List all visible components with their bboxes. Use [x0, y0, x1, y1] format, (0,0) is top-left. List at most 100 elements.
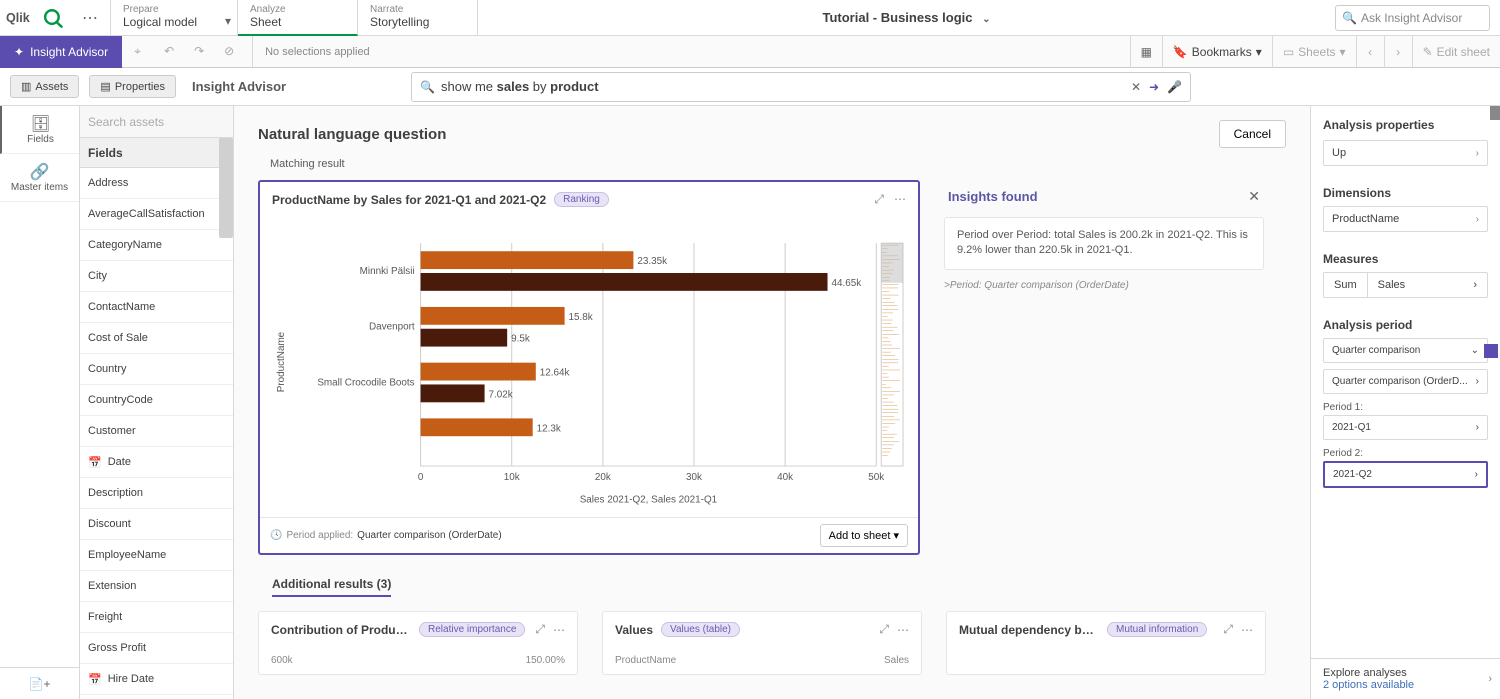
field-row[interactable]: 📅Hire Date: [80, 664, 233, 695]
bar2-right: ▦ 🔖 Bookmarks ▾ ▭ Sheets ▾ ‹ › ✎ Edit sh…: [1130, 36, 1500, 68]
chart-body: ProductName Minnki Pälsii23.35k44.65kDav…: [260, 217, 918, 517]
global-search[interactable]: 🔍 Ask Insight Advisor: [1335, 5, 1490, 31]
qlik-logo[interactable]: Qlik: [0, 0, 70, 36]
more-icon[interactable]: ⋯: [1241, 623, 1253, 637]
field-row[interactable]: CountryCode: [80, 385, 233, 416]
prev-sheet-button[interactable]: ‹: [1356, 36, 1384, 68]
additional-results-row: Contribution of Product... Relative impo…: [258, 611, 1286, 675]
more-icon[interactable]: ⋯: [897, 623, 909, 637]
addl-left: 600k: [271, 655, 293, 666]
field-row[interactable]: Gross Profit: [80, 633, 233, 664]
field-row[interactable]: Discount: [80, 509, 233, 540]
rail-fields-label: Fields: [27, 134, 54, 145]
field-name: Address: [88, 177, 128, 189]
topbar: Qlik ⋯ Prepare Logical model ▾ Analyze S…: [0, 0, 1500, 36]
field-row[interactable]: Country: [80, 354, 233, 385]
properties-tab[interactable]: ▤ Properties: [89, 75, 176, 98]
assets-tab[interactable]: ▥ Assets: [10, 75, 79, 98]
scrollbar-thumb[interactable]: [1490, 106, 1500, 120]
field-row[interactable]: EmployeeName: [80, 540, 233, 571]
rp-dimension-value[interactable]: ProductName ›: [1323, 206, 1488, 232]
ia-title: Insight Advisor: [176, 79, 302, 94]
more-icon[interactable]: ⋯: [894, 192, 906, 207]
field-row[interactable]: 📅Date: [80, 447, 233, 478]
clear-icon[interactable]: ✕: [1131, 80, 1141, 94]
nav-lab: Sheet: [250, 15, 345, 29]
field-row[interactable]: Description: [80, 478, 233, 509]
checkbox-icon[interactable]: [1484, 344, 1498, 358]
rp-dim-text: ProductName: [1332, 213, 1399, 225]
rp-period-detail[interactable]: Quarter comparison (OrderD... ›: [1323, 369, 1488, 394]
rp-period-type[interactable]: Quarter comparison ⌄: [1323, 338, 1488, 363]
clear-selections-icon[interactable]: ⊘: [224, 44, 240, 60]
nav-tab-narrate[interactable]: Narrate Storytelling: [358, 0, 478, 36]
svg-text:Sales 2021-Q2, Sales 2021-Q1: Sales 2021-Q2, Sales 2021-Q1: [580, 495, 718, 506]
additional-card: Values Values (table) ⤢ ⋯ ProductNameSal…: [602, 611, 922, 675]
insight-advisor-button[interactable]: ✦ Insight Advisor: [0, 36, 122, 68]
svg-text:20k: 20k: [595, 472, 611, 483]
field-name: EmployeeName: [88, 549, 166, 561]
asset-rail: 🗄 Fields 🔗 Master items 📄+: [0, 106, 80, 699]
field-row[interactable]: City: [80, 261, 233, 292]
fullscreen-icon[interactable]: ⤢: [1223, 622, 1233, 637]
edit-sheet-button[interactable]: ✎ Edit sheet: [1412, 36, 1500, 68]
step-back-icon[interactable]: ↶: [164, 44, 180, 60]
nav-lab: Logical model: [123, 15, 225, 29]
field-row[interactable]: Customer: [80, 416, 233, 447]
notes-button[interactable]: 📄+: [0, 667, 79, 699]
rp-measure-value[interactable]: Sum Sales›: [1323, 272, 1488, 298]
smart-search-icon[interactable]: ⌖: [134, 44, 150, 60]
fields-search-placeholder: Search assets: [88, 115, 164, 129]
chevron-down-icon: ⌄: [1471, 345, 1479, 356]
microphone-icon[interactable]: 🎤: [1167, 80, 1182, 94]
rail-fields[interactable]: 🗄 Fields: [0, 106, 79, 154]
close-icon[interactable]: ✕: [1248, 188, 1260, 205]
svg-text:0: 0: [418, 472, 424, 483]
cancel-button[interactable]: Cancel: [1219, 120, 1286, 148]
field-row[interactable]: Address: [80, 168, 233, 199]
field-row[interactable]: ContactName: [80, 292, 233, 323]
field-row[interactable]: Freight: [80, 602, 233, 633]
rp-explore-link[interactable]: 2 options available: [1323, 679, 1488, 691]
nav-tab-prepare[interactable]: Prepare Logical model ▾: [110, 0, 238, 36]
rail-master-label: Master items: [11, 182, 68, 193]
rail-master-items[interactable]: 🔗 Master items: [0, 154, 79, 202]
app-title[interactable]: Tutorial - Business logic ⌄: [478, 10, 1335, 25]
field-row[interactable]: Extension: [80, 571, 233, 602]
sheets-dropdown[interactable]: ▭ Sheets ▾: [1272, 36, 1356, 68]
bookmark-icon: 🔖: [1173, 45, 1188, 59]
fields-search-input[interactable]: Search assets: [80, 106, 233, 138]
scrollbar-thumb[interactable]: [219, 138, 233, 238]
field-row[interactable]: CategoryName: [80, 230, 233, 261]
selections-tool-icon[interactable]: ▦: [1130, 36, 1162, 68]
sparkle-icon: ✦: [14, 45, 24, 59]
next-sheet-button[interactable]: ›: [1384, 36, 1412, 68]
fullscreen-icon[interactable]: ⤢: [879, 622, 889, 637]
svg-text:Minnki Pälsii: Minnki Pälsii: [360, 266, 415, 277]
nlq-search-input[interactable]: 🔍 show me sales by product ✕ ➜ 🎤: [411, 72, 1191, 102]
chevron-right-icon: ›: [1476, 214, 1479, 225]
additional-card: Mutual dependency bet... Mutual informat…: [946, 611, 1266, 675]
submit-icon[interactable]: ➜: [1149, 80, 1159, 94]
step-forward-icon[interactable]: ↷: [194, 44, 210, 60]
fields-list[interactable]: Address AverageCallSatisfactionCategoryNa…: [80, 168, 233, 699]
nav-sup: Narrate: [370, 4, 465, 15]
rp-period2-value[interactable]: 2021-Q2 ›: [1323, 461, 1488, 488]
rp-period1-value[interactable]: 2021-Q1 ›: [1323, 415, 1488, 440]
chart-card: ProductName by Sales for 2021-Q1 and 202…: [258, 180, 920, 555]
field-row[interactable]: AverageCallSatisfaction: [80, 199, 233, 230]
add-to-sheet-button[interactable]: Add to sheet ▾: [820, 524, 908, 547]
more-icon[interactable]: ⋯: [70, 8, 110, 28]
rp-dimensions-header: Dimensions: [1311, 174, 1500, 206]
field-row[interactable]: Cost of Sale: [80, 323, 233, 354]
fullscreen-icon[interactable]: ⤢: [535, 622, 545, 637]
rp-analysis-period-header: Analysis period: [1311, 306, 1500, 338]
nav-tab-analyze[interactable]: Analyze Sheet: [238, 0, 358, 36]
fullscreen-icon[interactable]: ⤢: [874, 192, 884, 207]
clock-icon: 🕓: [270, 530, 282, 541]
addl-right: 150.00%: [526, 655, 565, 666]
bookmarks-dropdown[interactable]: 🔖 Bookmarks ▾: [1162, 36, 1272, 68]
more-icon[interactable]: ⋯: [553, 623, 565, 637]
rp-sort-direction[interactable]: Up ›: [1323, 140, 1488, 166]
chevron-right-icon[interactable]: ›: [1488, 673, 1492, 685]
